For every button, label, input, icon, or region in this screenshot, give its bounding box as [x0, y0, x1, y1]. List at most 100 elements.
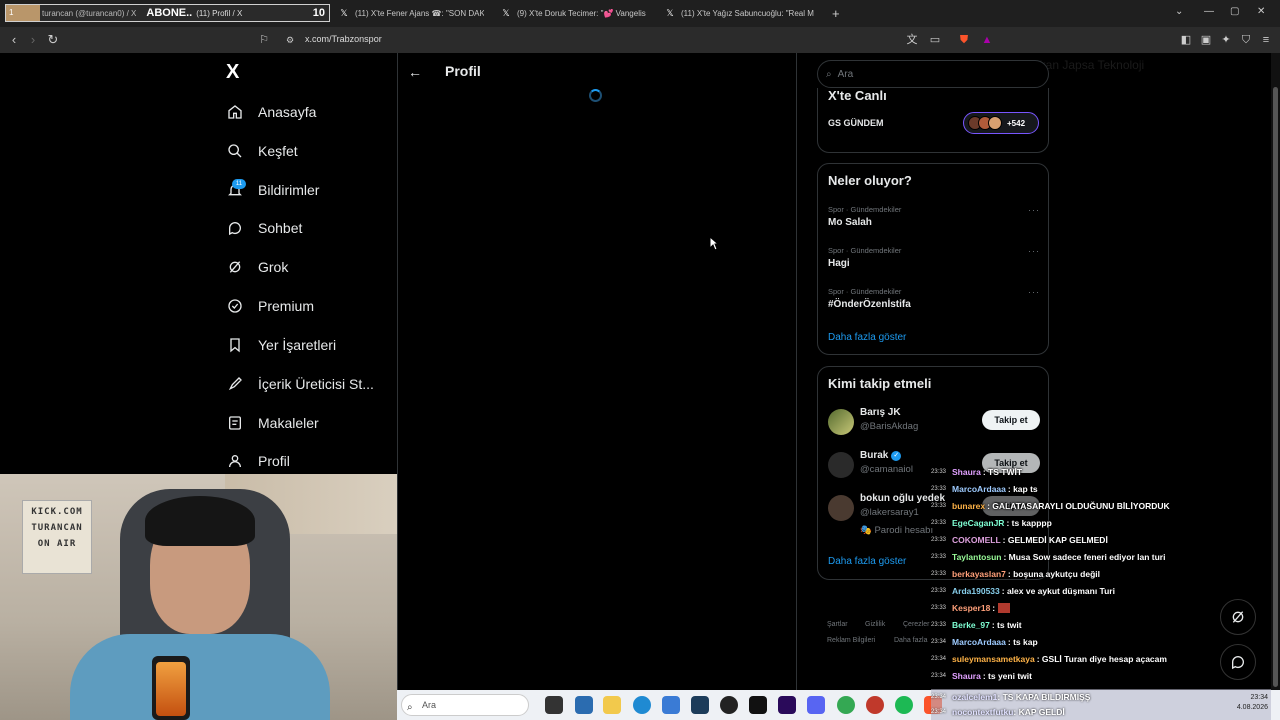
footer-cookies-link[interactable]: Çerezler	[903, 621, 929, 628]
chat-username[interactable]: EgeCaganJR	[952, 518, 1004, 528]
browser-tab[interactable]: 𝕏 (11) X'te Fener Ajans ☎: "SON DAKİK	[330, 2, 492, 26]
live-listeners[interactable]: +542	[963, 112, 1039, 134]
brave-rewards-icon[interactable]: ▲	[980, 33, 994, 47]
chat-text: : kap ts	[1007, 483, 1038, 494]
cast-icon[interactable]: ▭	[928, 33, 942, 47]
browser-tab[interactable]: 𝕏 (11) X'te Yağız Sabuncuoğlu: "Real M	[656, 2, 824, 26]
follow-suggestion[interactable]: Barış JK @BarisAkdag Takip et	[828, 407, 1040, 441]
chat-username[interactable]: Taylantosun	[952, 552, 1001, 562]
chat-username[interactable]: Arda190533	[952, 586, 1000, 596]
app-icon[interactable]	[866, 696, 884, 714]
trend-item[interactable]: Spor · Gündemdekiler Mo Salah ···	[828, 205, 1040, 228]
chat-username[interactable]: MarcoArdaaa	[952, 637, 1006, 647]
more-options-icon[interactable]: ···	[1028, 205, 1040, 215]
chat-text: : GSLİ Turan diye hesap açacam	[1036, 653, 1167, 664]
trend-item[interactable]: Spor · Gündemdekiler #ÖnderÖzenİstifa ··…	[828, 287, 1040, 310]
footer-terms-link[interactable]: Şartlar	[827, 621, 848, 628]
chat-text: : Musa Sow sadece feneri ediyor lan turi	[1003, 551, 1166, 562]
nav-item-grok[interactable]: Grok	[226, 255, 288, 279]
chat-time: 23:33	[931, 502, 947, 509]
minimize-icon[interactable]: —	[1204, 6, 1214, 17]
trend-item[interactable]: Spor · Gündemdekiler Hagi ···	[828, 246, 1040, 269]
reload-icon[interactable]: ↻	[45, 32, 61, 48]
site-info-icon[interactable]: ⚙	[282, 32, 298, 48]
nav-item-creator-studio[interactable]: İçerik Üreticisi St...	[226, 372, 374, 396]
file-explorer-icon[interactable]	[603, 696, 621, 714]
wallet-icon[interactable]: ▣	[1199, 33, 1213, 47]
more-options-icon[interactable]: ···	[1028, 246, 1040, 256]
translate-icon[interactable]: 文	[905, 33, 919, 47]
obs-icon[interactable]	[720, 696, 738, 714]
chat-username[interactable]: suleymansametkaya	[952, 654, 1035, 664]
nav-item-premium[interactable]: Premium	[226, 294, 314, 318]
forward-icon[interactable]: ›	[25, 32, 41, 48]
app-icon[interactable]	[575, 696, 593, 714]
nav-item-profile[interactable]: Profil	[226, 449, 290, 473]
back-icon[interactable]: ‹	[6, 32, 22, 48]
footer-ads-link[interactable]: Reklam Bilgileri	[827, 637, 875, 644]
chat-username[interactable]: ozalcelem1	[952, 692, 997, 702]
show-more-follow-link[interactable]: Daha fazla göster	[828, 556, 906, 567]
chat-username[interactable]: bunarex	[952, 501, 985, 511]
tab-title: (11) X'te Yağız Sabuncuoğlu: "Real M	[681, 9, 814, 18]
vpn-icon[interactable]: ⛉	[1239, 33, 1253, 47]
tab-list-chevron-icon[interactable]: ⌄	[1175, 6, 1183, 17]
store-icon[interactable]	[662, 696, 680, 714]
sidebar-toggle-icon[interactable]: ◧	[1179, 33, 1193, 47]
chat-time: 23:33	[931, 570, 947, 577]
active-tab-overlay[interactable]: 1 turancan (@turancan0) / X ABONE.. (11)…	[5, 4, 330, 22]
subscriber-counter: 1	[6, 5, 40, 21]
chat-username[interactable]: COKOMELL	[952, 535, 1001, 545]
nav-item-home[interactable]: Anasayfa	[226, 100, 316, 124]
chat-message: 23:33 bunarex: GALATASARAYLI OLDUĞUNU BİL…	[931, 497, 1271, 514]
follow-handle: @BarisAkdag	[860, 421, 919, 432]
browser-nav-bar: ‹ › ↻ ⚐ ⚙ x.com/Trabzonspor 文 ▭ ⛊ ▲ ◧ ▣ …	[0, 27, 1280, 53]
chat-username[interactable]: berkayaslan7	[952, 569, 1006, 579]
parody-mask-icon: 🎭	[860, 525, 875, 536]
chat-username[interactable]: Shaura	[952, 467, 981, 477]
chrome-icon[interactable]	[837, 696, 855, 714]
footer-privacy-link[interactable]: Gizlilik	[865, 621, 885, 628]
sign-line: TURANCAN	[31, 523, 83, 533]
x-logo[interactable]: X	[226, 61, 239, 84]
search-icon	[226, 142, 244, 160]
follow-button[interactable]: Takip et	[982, 410, 1040, 430]
chat-username[interactable]: Berke_97	[952, 620, 990, 630]
chat-username[interactable]: Shaura	[952, 671, 981, 681]
capcut-icon[interactable]	[749, 696, 767, 714]
search-input[interactable]: ⌕ Ara	[817, 60, 1049, 88]
chat-username[interactable]: nocontextfutku	[952, 707, 1013, 717]
chat-time: 23:33	[931, 468, 947, 475]
back-arrow-icon[interactable]: ←	[408, 64, 422, 80]
menu-icon[interactable]: ≡	[1259, 33, 1273, 47]
live-card[interactable]: X'te Canlı GS GÜNDEM +542	[817, 88, 1049, 153]
task-view-icon[interactable]	[545, 696, 563, 714]
more-options-icon[interactable]: ···	[1028, 287, 1040, 297]
page-scrollbar[interactable]	[1271, 53, 1280, 720]
discord-icon[interactable]	[807, 696, 825, 714]
nav-item-explore[interactable]: Keşfet	[226, 139, 298, 163]
chat-username[interactable]: MarcoArdaaa	[952, 484, 1006, 494]
app-icon[interactable]	[691, 696, 709, 714]
close-window-icon[interactable]: ✕	[1257, 6, 1265, 17]
taskbar-search[interactable]: ⌕ Ara	[401, 694, 529, 716]
nav-item-chat[interactable]: Sohbet	[226, 216, 302, 240]
address-bar[interactable]: x.com/Trabzonspor	[305, 34, 382, 44]
bookmark-page-icon[interactable]: ⚐	[256, 32, 272, 48]
edge-icon[interactable]	[633, 696, 651, 714]
new-tab-button[interactable]: +	[824, 2, 848, 26]
brave-shield-icon[interactable]: ⛊	[957, 33, 971, 47]
nav-item-articles[interactable]: Makaleler	[226, 411, 319, 435]
scrollbar-thumb[interactable]	[1273, 87, 1278, 687]
ai-icon[interactable]: ✦	[1219, 33, 1233, 47]
maximize-icon[interactable]: ▢	[1230, 6, 1239, 17]
premiere-icon[interactable]	[778, 696, 796, 714]
overlay-count: 10	[312, 7, 325, 19]
browser-tab[interactable]: 𝕏 (9) X'te Doruk Tecimer: "💕 Vangelis	[492, 2, 656, 26]
page-title: Profil	[445, 63, 481, 79]
chat-username[interactable]: Kesper18	[952, 603, 990, 613]
show-more-trends-link[interactable]: Daha fazla göster	[828, 332, 906, 343]
spotify-icon[interactable]	[895, 696, 913, 714]
nav-item-bookmarks[interactable]: Yer İşaretleri	[226, 333, 336, 357]
footer-more-link[interactable]: Daha fazla	[894, 637, 927, 644]
